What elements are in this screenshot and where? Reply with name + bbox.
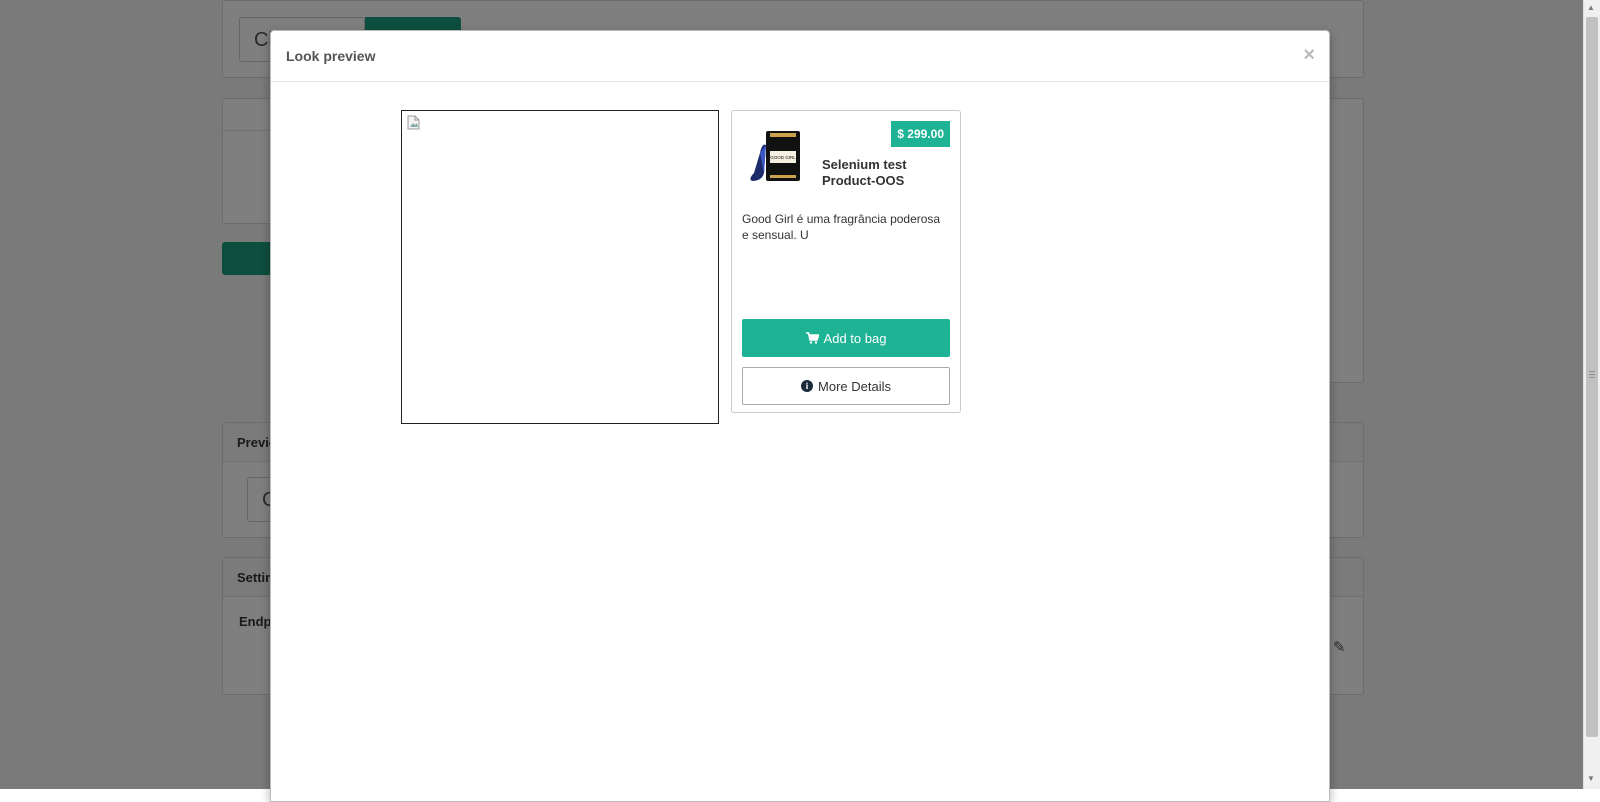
- shopping-cart-icon: [805, 332, 819, 344]
- scroll-down-arrow-icon[interactable]: ▼: [1587, 774, 1595, 783]
- product-name[interactable]: Selenium test Product-OOS: [822, 157, 952, 189]
- look-image: [401, 110, 719, 424]
- scrollbar-thumb[interactable]: – – –: [1586, 17, 1598, 737]
- more-details-button[interactable]: i More Details: [742, 367, 950, 405]
- scrollbar-grip-icon: – – –: [1589, 366, 1595, 383]
- look-preview-modal: Look preview × GOOD GIRL $ 299.00 Seleni…: [270, 30, 1330, 802]
- price-badge: $ 299.00: [891, 121, 950, 147]
- page-scrollbar[interactable]: ▲ – – – ▼: [1583, 0, 1600, 789]
- broken-image-icon: [407, 115, 420, 130]
- more-details-label: More Details: [818, 378, 891, 394]
- modal-header: Look preview ×: [271, 31, 1329, 82]
- add-to-bag-label: Add to bag: [823, 330, 887, 346]
- product-description: Good Girl é uma fragrância poderosa e se…: [742, 212, 941, 242]
- close-icon[interactable]: ×: [1303, 44, 1315, 67]
- product-thumb-text: GOOD GIRL: [770, 155, 796, 160]
- product-card: GOOD GIRL $ 299.00 Selenium test Product…: [731, 110, 961, 413]
- modal-title: Look preview: [286, 48, 376, 64]
- info-circle-icon: i: [801, 380, 814, 392]
- product-thumbnail[interactable]: GOOD GIRL: [746, 123, 810, 185]
- add-to-bag-button[interactable]: Add to bag: [742, 319, 950, 357]
- scroll-up-arrow-icon[interactable]: ▲: [1587, 3, 1595, 12]
